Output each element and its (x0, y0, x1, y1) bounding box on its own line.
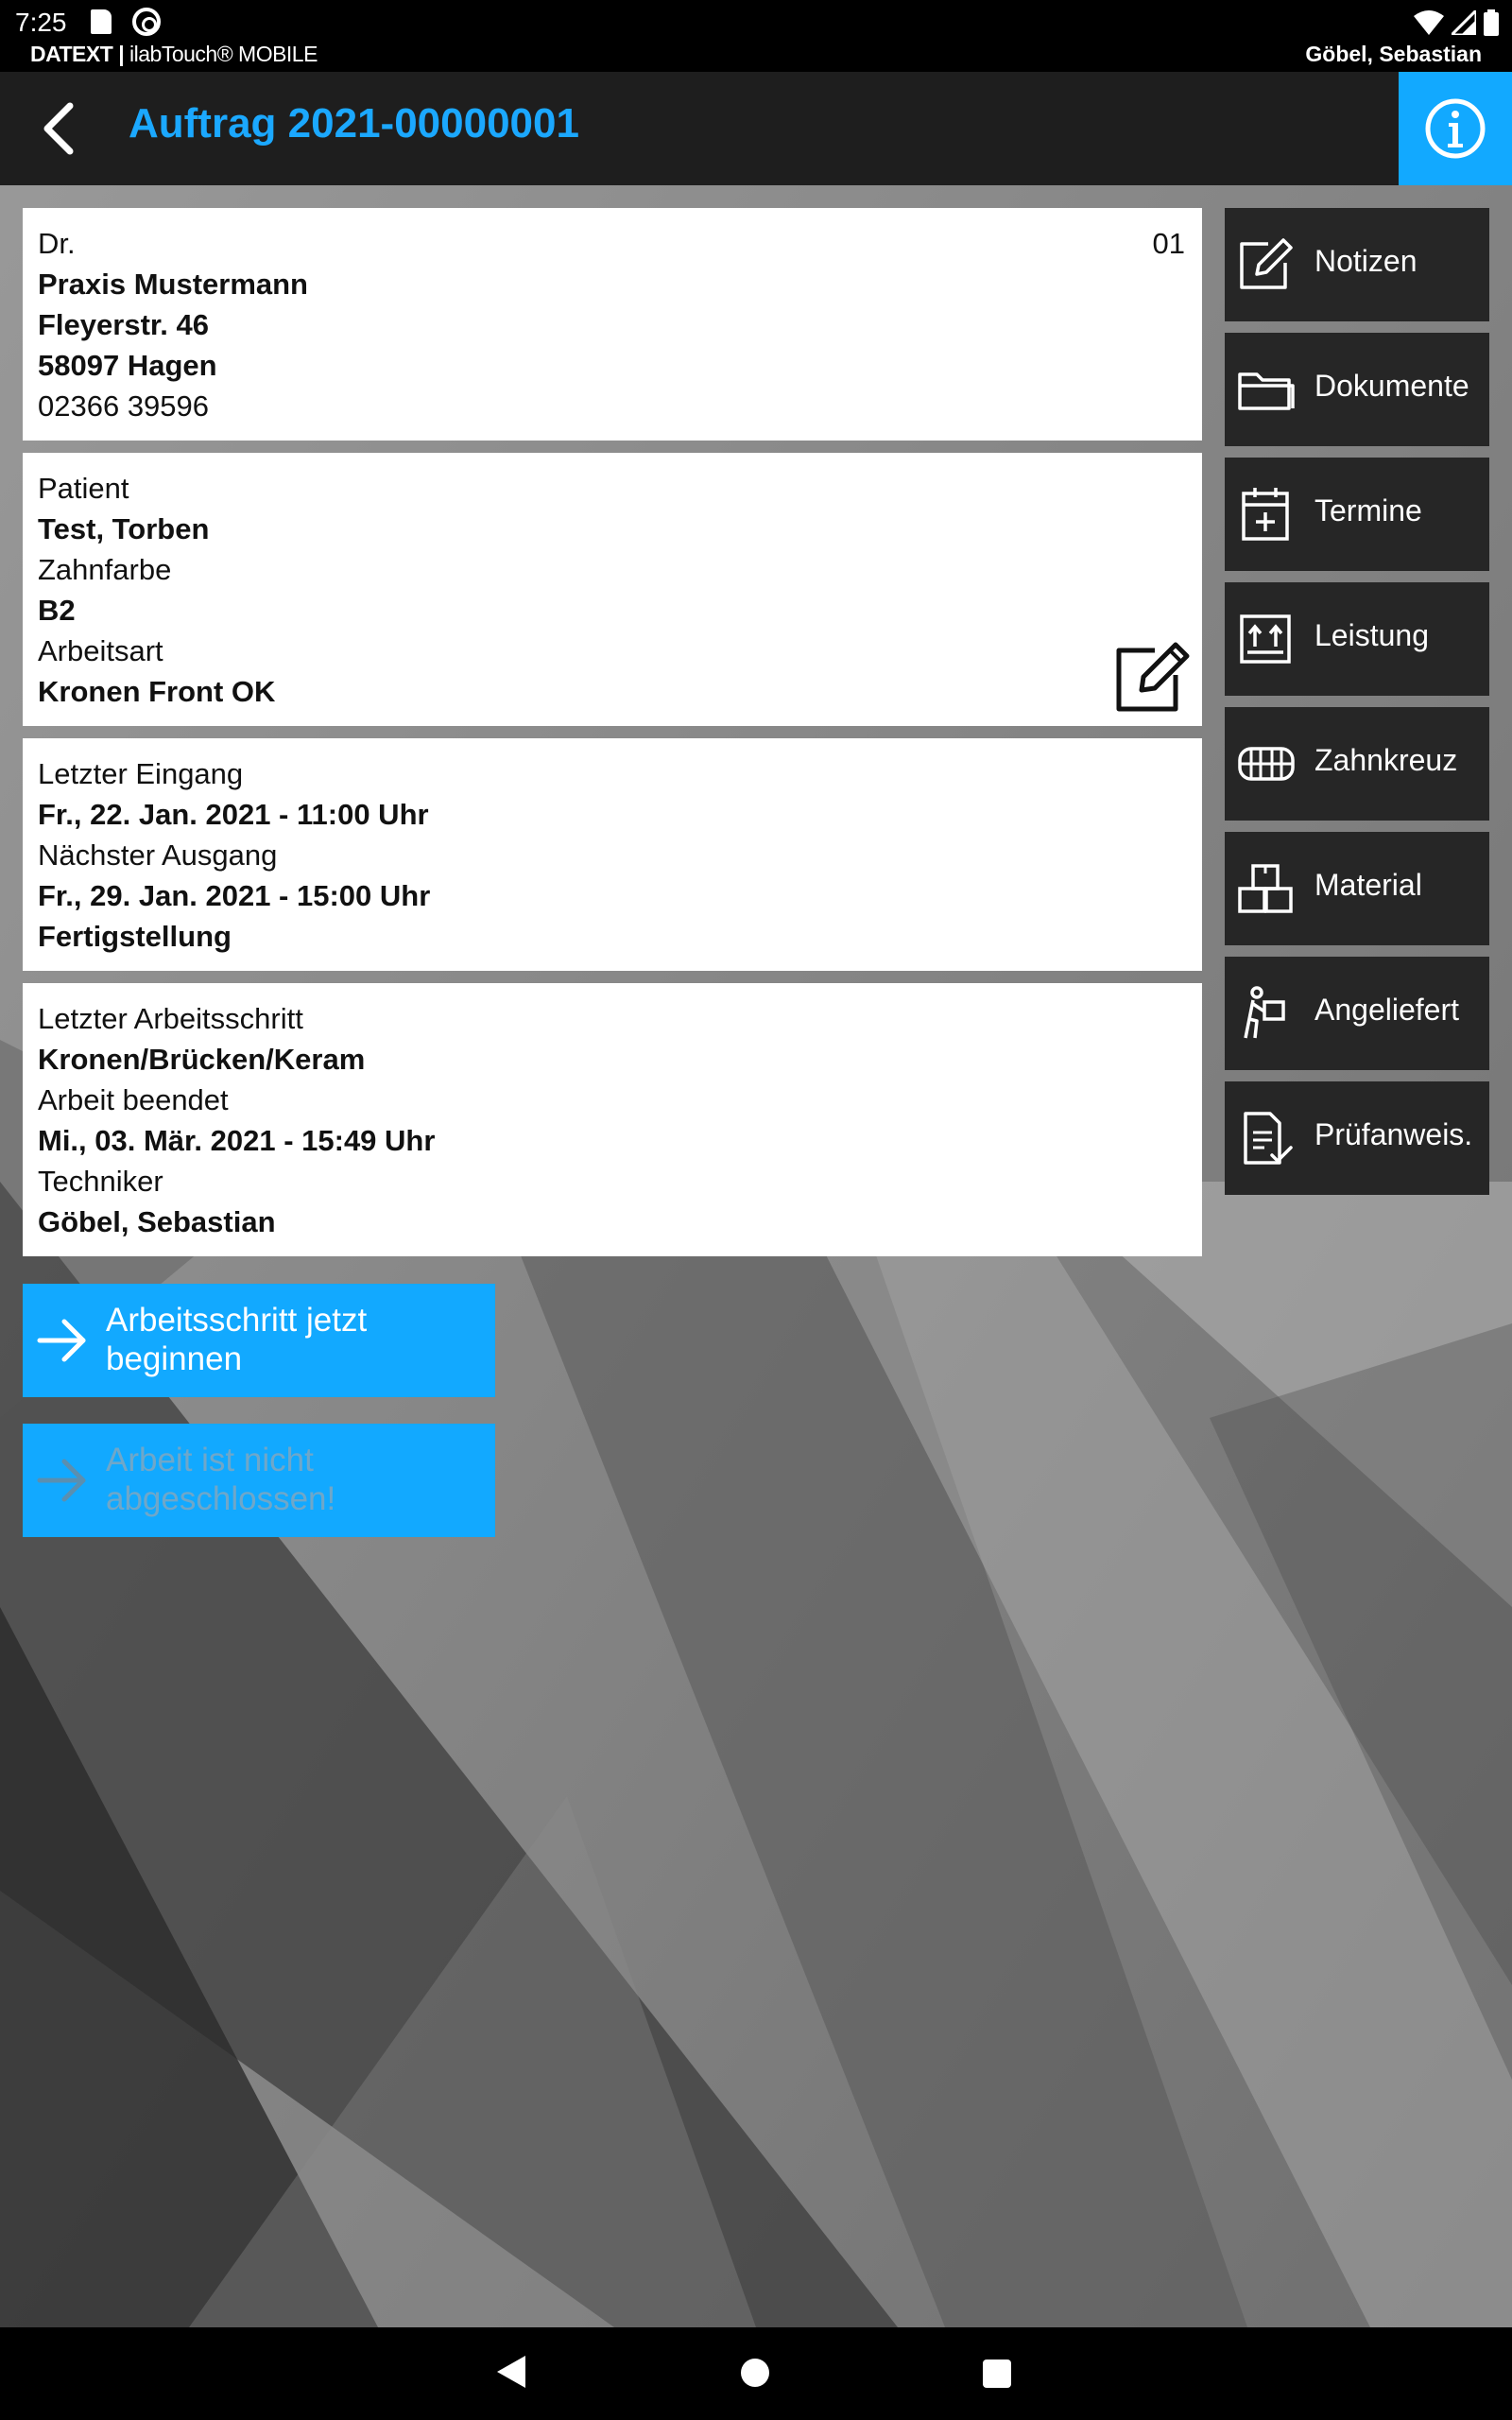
arrow-right-icon (37, 1459, 86, 1502)
menu-label: Dokumente (1314, 369, 1469, 403)
menu-label: Prüfanweis. (1314, 1117, 1473, 1151)
start-step-button[interactable]: Arbeitsschritt jetzt beginnen (23, 1284, 495, 1397)
completion-value: Fertigstellung (38, 920, 232, 953)
menu-item-dokumente[interactable]: Dokumente (1225, 333, 1489, 446)
calendar-add-icon (1242, 488, 1289, 541)
boxes-icon (1238, 864, 1293, 913)
info-icon (1425, 98, 1486, 159)
next-out-value: Fr., 29. Jan. 2021 - 15:00 Uhr (38, 879, 431, 912)
finished-value: Mi., 03. Mär. 2021 - 15:49 Uhr (38, 1124, 436, 1157)
menu-item-notizen[interactable]: Notizen (1225, 208, 1489, 321)
sd-card-icon (91, 9, 112, 34)
menu-item-material[interactable]: Material (1225, 832, 1489, 945)
menu-item-pruefanweisung[interactable]: Prüfanweis. (1225, 1081, 1489, 1195)
dates-card: Letzter Eingang Fr., 22. Jan. 2021 - 11:… (23, 738, 1202, 971)
system-nav-bar (0, 2327, 1512, 2420)
customer-number: 01 (1152, 227, 1185, 260)
sync-icon (132, 8, 161, 36)
next-out-label: Nächster Ausgang (38, 838, 278, 872)
patient-value: Test, Torben (38, 512, 210, 545)
status-user: Göbel, Sebastian (1305, 42, 1482, 66)
finished-label: Arbeit beendet (38, 1083, 229, 1116)
last-step-value: Kronen/Brücken/Keram (38, 1043, 366, 1076)
last-in-label: Letzter Eingang (38, 757, 244, 790)
status-icons (1414, 9, 1499, 36)
brand-label: DATEXT | ilabTouch® MOBILE (30, 42, 318, 67)
arrow-right-icon (37, 1319, 86, 1362)
battery-icon (1484, 9, 1499, 36)
menu-item-leistung[interactable]: Leistung (1225, 582, 1489, 696)
edit-patient-button[interactable] (1113, 641, 1193, 715)
brand-separator: | (118, 42, 125, 66)
edit-icon (1116, 642, 1190, 712)
shade-value: B2 (38, 594, 76, 627)
patient-label: Patient (38, 472, 129, 505)
worktype-label: Arbeitsart (38, 634, 163, 667)
info-button[interactable] (1399, 72, 1512, 185)
back-button[interactable] (28, 93, 100, 164)
folder-icon (1238, 372, 1295, 410)
last-in-value: Fr., 22. Jan. 2021 - 11:00 Uhr (38, 798, 429, 831)
patient-card: Patient Test, Torben Zahnfarbe B2 Arbeit… (23, 453, 1202, 726)
menu-item-angeliefert[interactable]: Angeliefert (1225, 957, 1489, 1070)
menu-label: Material (1314, 868, 1422, 902)
menu-label: Angeliefert (1314, 993, 1459, 1027)
menu-label: Termine (1314, 493, 1422, 527)
customer-name: Praxis Mustermann (38, 268, 308, 301)
wifi-icon (1414, 10, 1444, 35)
app-bar: Auftrag 2021-00000001 (0, 72, 1512, 185)
menu-label: Zahnkreuz (1314, 743, 1458, 777)
nav-home-icon[interactable] (741, 2359, 769, 2387)
nav-back-icon[interactable] (497, 2356, 525, 2388)
worktype-value: Kronen Front OK (38, 675, 276, 708)
customer-city: 58097 Hagen (38, 349, 217, 382)
brand-name: DATEXT (30, 42, 113, 66)
menu-label: Notizen (1314, 244, 1418, 278)
menu-item-zahnkreuz[interactable]: Zahnkreuz (1225, 707, 1489, 821)
not-finished-button: Arbeit ist nicht abgeschlossen! (23, 1424, 495, 1537)
product-name: ilabTouch® MOBILE (129, 42, 318, 66)
menu-label: Leistung (1314, 618, 1429, 652)
last-step-label: Letzter Arbeitsschritt (38, 1002, 303, 1035)
checklist-icon (1244, 1112, 1293, 1165)
customer-card[interactable]: Dr. 01 Praxis Mustermann Fleyerstr. 46 5… (23, 208, 1202, 441)
menu-item-termine[interactable]: Termine (1225, 458, 1489, 571)
teeth-icon (1238, 747, 1295, 781)
signal-icon (1452, 10, 1476, 35)
status-time: 7:25 (15, 8, 67, 37)
step-card: Letzter Arbeitsschritt Kronen/Brücken/Ke… (23, 983, 1202, 1256)
customer-title: Dr. (38, 227, 76, 260)
status-bar: 7:25 DATEXT | ilabTouch® MOBILE Göbel, S… (0, 0, 1512, 72)
nav-recents-icon[interactable] (983, 2360, 1011, 2388)
not-finished-label: Arbeit ist nicht abgeschlossen! (106, 1442, 336, 1517)
technician-value: Göbel, Sebastian (38, 1205, 276, 1238)
customer-street: Fleyerstr. 46 (38, 308, 209, 341)
start-step-label: Arbeitsschritt jetzt beginnen (106, 1302, 368, 1377)
technician-label: Techniker (38, 1165, 163, 1198)
shade-label: Zahnfarbe (38, 553, 172, 586)
page-title: Auftrag 2021-00000001 (129, 100, 579, 147)
upload-icon (1240, 614, 1291, 664)
chevron-left-icon (43, 102, 74, 155)
customer-phone[interactable]: 02366 39596 (38, 386, 1187, 426)
edit-icon (1240, 238, 1293, 289)
delivery-icon (1244, 986, 1285, 1039)
